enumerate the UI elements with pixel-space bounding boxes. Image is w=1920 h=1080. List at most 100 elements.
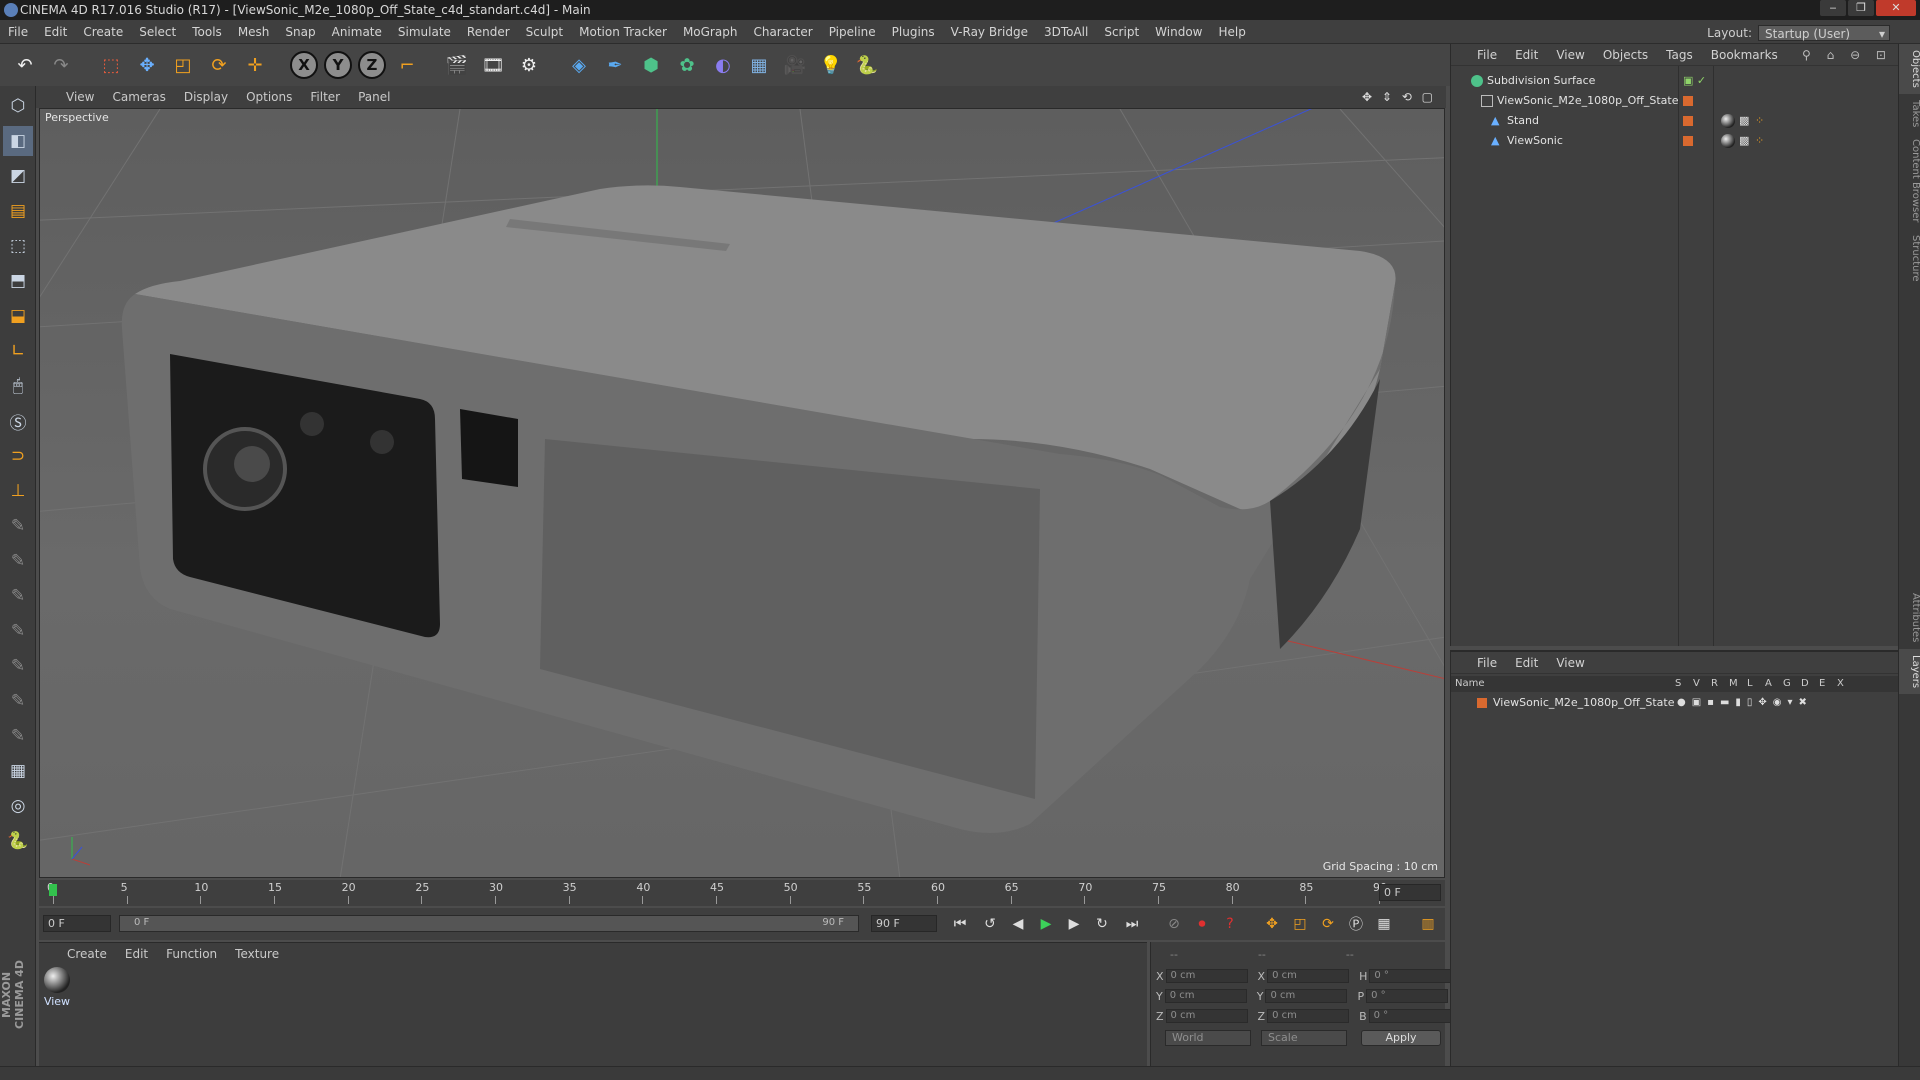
apply-button[interactable]: Apply [1361,1030,1441,1046]
move-icon[interactable]: ✥ [132,50,162,80]
menu-simulate[interactable]: Simulate [398,25,451,39]
object-menu-file[interactable]: File [1477,48,1497,62]
pull-icon[interactable]: ✎ [3,616,33,646]
layer-color-swatch[interactable] [1477,698,1487,708]
position-y-field[interactable]: 0 cm [1164,989,1247,1003]
column-animation[interactable]: A [1765,676,1772,692]
menu-sculpt[interactable]: Sculpt [526,25,563,39]
object-menu-edit[interactable]: Edit [1515,48,1538,62]
material-menu-function[interactable]: Function [166,947,217,961]
end-frame-field[interactable]: 90 F [871,915,937,932]
texture-tag-icon[interactable]: ⁘ [1755,112,1764,130]
live-selection-icon[interactable]: ⬚ [96,50,126,80]
layer-menu-view[interactable]: View [1556,656,1584,670]
axis-z-toggle[interactable]: Z [358,51,386,79]
workplane-icon[interactable]: ▤ [3,196,33,226]
redo-icon[interactable]: ↷ [46,50,76,80]
pen-icon[interactable]: ✒ [600,50,630,80]
go-to-end-icon[interactable]: ⏭ [1121,913,1143,935]
edges-mode-icon[interactable]: ⬒ [3,266,33,296]
menu-mesh[interactable]: Mesh [238,25,270,39]
transform-icon[interactable]: ✛ [240,50,270,80]
snap-icon[interactable]: ⊥ [3,476,33,506]
python-script-icon[interactable]: 🐍 [3,826,33,856]
cloner-icon[interactable]: ✿ [672,50,702,80]
key-param-icon[interactable]: Ⓟ [1345,913,1367,935]
column-deformers[interactable]: D [1801,676,1809,692]
tab-structure[interactable]: Structure [1899,229,1920,288]
previous-frame-icon[interactable]: ◀ [1007,913,1029,935]
viewport-menu-filter[interactable]: Filter [310,90,340,104]
inflate-icon[interactable]: ✎ [3,651,33,681]
tab-attributes[interactable]: Attributes [1899,587,1920,648]
scale-icon[interactable]: ◰ [168,50,198,80]
next-key-icon[interactable]: ↻ [1091,913,1113,935]
menu-file[interactable]: File [8,25,28,39]
previous-key-icon[interactable]: ↺ [979,913,1001,935]
axis-y-toggle[interactable]: Y [324,51,352,79]
maximize-button[interactable]: ❐ [1848,0,1874,16]
floor-icon[interactable]: ▦ [744,50,774,80]
column-solo[interactable]: S [1675,676,1681,692]
tab-content-browser[interactable]: Content Browser [1899,133,1920,228]
polygons-mode-icon[interactable]: ⬓ [3,301,33,331]
rotation-h-field[interactable]: 0 ° [1369,969,1452,983]
menu-create[interactable]: Create [83,25,123,39]
camera-icon[interactable]: 🎥 [780,50,810,80]
lock-workplane-icon[interactable]: ▦ [3,756,33,786]
uvw-tag-icon[interactable]: ▩ [1739,112,1749,130]
minimize-button[interactable]: ‒ [1820,0,1846,16]
object-mode-icon[interactable]: ◧ [3,126,33,156]
menu-edit[interactable]: Edit [44,25,67,39]
smooth-icon[interactable]: ✎ [3,581,33,611]
column-visible[interactable]: V [1693,676,1700,692]
object-row-subdivision-surface[interactable]: Subdivision Surface ▣ ✓ [1451,72,1899,90]
points-mode-icon[interactable]: ⬚ [3,231,33,261]
viewport-menu-cameras[interactable]: Cameras [112,90,165,104]
layer-color-swatch[interactable] [1683,136,1693,146]
texture-tag-icon[interactable]: ⁘ [1755,132,1764,150]
render-picture-viewer-icon[interactable]: 🎞 [478,50,508,80]
cube-icon[interactable]: ◈ [564,50,594,80]
menu-character[interactable]: Character [753,25,812,39]
layer-menu-edit[interactable]: Edit [1515,656,1538,670]
deformer-icon[interactable]: ◐ [708,50,738,80]
model-mode-icon[interactable]: ⬡ [3,91,33,121]
axis-mode-icon[interactable]: ∟ [3,336,33,366]
light-icon[interactable]: 💡 [816,50,846,80]
column-expressions[interactable]: E [1819,676,1825,692]
flatten-icon[interactable]: ✎ [3,686,33,716]
key-scale-icon[interactable]: ◰ [1289,913,1311,935]
coordinate-mode-dropdown[interactable]: World [1165,1030,1251,1046]
menu-3dtoall[interactable]: 3DToAll [1044,25,1088,39]
axis-x-toggle[interactable]: X [290,51,318,79]
object-menu-objects[interactable]: Objects [1603,48,1648,62]
key-rotation-icon[interactable]: ⟳ [1317,913,1339,935]
viewport-navigation-icons[interactable]: ✥ ⇕ ⟲ ▢ [1362,90,1436,104]
menu-animate[interactable]: Animate [332,25,382,39]
menu-vray-bridge[interactable]: V-Ray Bridge [951,25,1028,39]
brush-icon[interactable]: ✎ [3,546,33,576]
tab-takes[interactable]: Takes [1899,94,1920,133]
layout-dropdown[interactable]: Startup (User) [1758,25,1890,42]
size-z-field[interactable]: 0 cm [1267,1009,1350,1023]
menu-select[interactable]: Select [139,25,176,39]
object-row-stand[interactable]: ▲ Stand ▩ ⁘ [1451,112,1899,130]
record-icon[interactable]: ⏺ [1191,913,1213,935]
timeline-ruler[interactable]: 051015202530354045505560657075808590 0 F [39,880,1445,906]
column-locked[interactable]: L [1747,676,1753,692]
layer-color-swatch[interactable] [1683,116,1693,126]
material-tag-icon[interactable] [1721,114,1735,128]
material-tag-icon[interactable] [1721,134,1735,148]
layer-color-swatch[interactable] [1683,96,1693,106]
undo-icon[interactable]: ↶ [10,50,40,80]
grab-icon[interactable]: ✎ [3,721,33,751]
viewport-menu-view[interactable]: View [66,90,94,104]
menu-snap[interactable]: Snap [285,25,315,39]
size-x-field[interactable]: 0 cm [1267,969,1350,983]
menu-mograph[interactable]: MoGraph [683,25,738,39]
object-menu-tags[interactable]: Tags [1666,48,1693,62]
paint-icon[interactable]: ◎ [3,791,33,821]
object-row-viewsonic[interactable]: ▲ ViewSonic ▩ ⁘ [1451,132,1899,150]
menu-tools[interactable]: Tools [192,25,222,39]
